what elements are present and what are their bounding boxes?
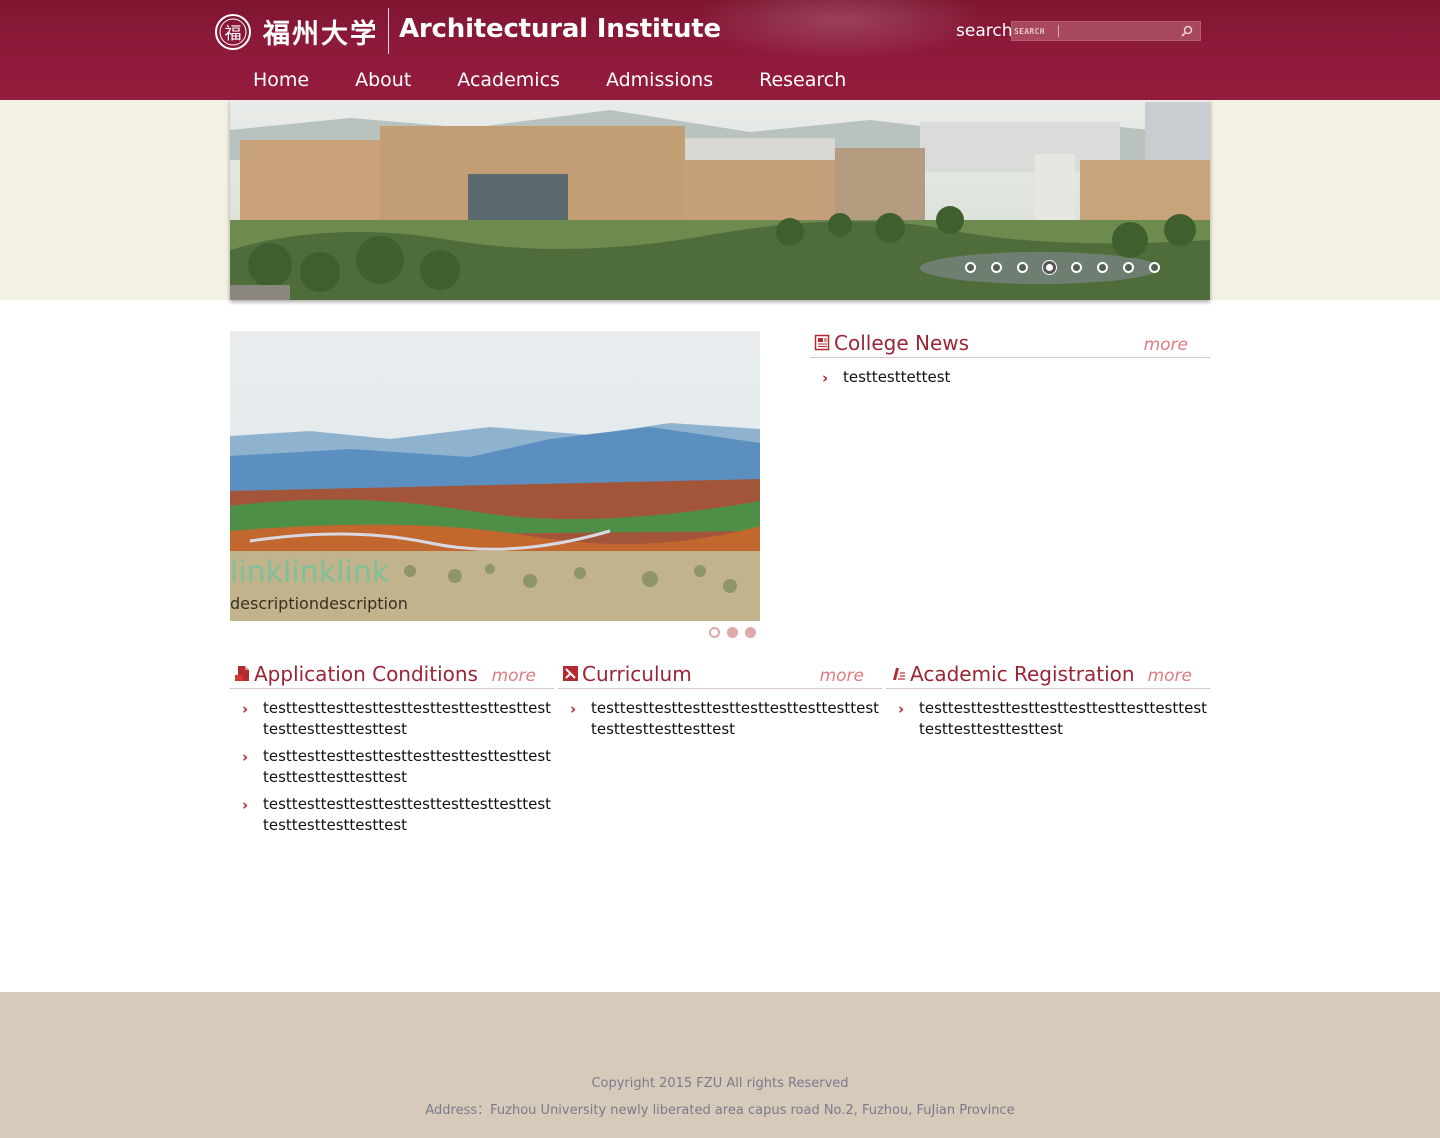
book-icon <box>563 666 578 681</box>
chevron-right-icon: › <box>822 369 829 387</box>
main-nav: Home About Academics Admissions Research <box>230 68 869 94</box>
pagination-dot[interactable] <box>1017 262 1028 273</box>
list-item-text: testtesttesttesttesttesttesttesttesttest… <box>263 795 552 834</box>
site-header: 福 福州大学 Architectural Institute search Ho… <box>0 0 1440 100</box>
curriculum-section: Curriculum more › testtesttesttesttestte… <box>558 662 882 746</box>
list-item[interactable]: › testtesttesttesttesttesttesttesttestte… <box>230 698 554 740</box>
svg-text:福州大学: 福州大学 <box>262 18 375 50</box>
nav-admissions[interactable]: Admissions <box>583 68 736 94</box>
footer-copyright: Copyright 2015 FZU All rights Reserved <box>591 1076 849 1091</box>
nav-home[interactable]: Home <box>230 68 332 94</box>
application-conditions-title: Application Conditions <box>254 662 478 686</box>
feature-slider: linklinklink descriptiondescription <box>230 331 760 621</box>
chevron-right-icon: › <box>898 700 905 718</box>
curriculum-header: Curriculum more <box>558 662 882 689</box>
header-decoration <box>690 0 990 60</box>
banner-pagination <box>965 261 1160 274</box>
academic-registration-header: Academic Registration more <box>886 662 1210 689</box>
search-box <box>1011 21 1201 41</box>
document-icon <box>235 666 249 681</box>
chevron-right-icon: › <box>242 796 249 814</box>
feature-description: descriptiondescription <box>230 594 408 613</box>
application-conditions-header: Application Conditions more <box>230 662 554 689</box>
nav-research[interactable]: Research <box>736 68 869 94</box>
academic-registration-title: Academic Registration <box>910 662 1135 686</box>
search-separator <box>1058 25 1059 37</box>
curriculum-title: Curriculum <box>582 662 692 686</box>
pagination-dot[interactable] <box>727 627 738 638</box>
chevron-right-icon: › <box>570 700 577 718</box>
news-item[interactable]: › testtesttettest <box>810 367 1210 388</box>
pen-icon <box>893 668 905 680</box>
university-logo[interactable]: 福 福州大学 <box>215 12 375 52</box>
pagination-dot[interactable] <box>1123 262 1134 273</box>
academic-registration-more-link[interactable]: more <box>1148 666 1192 686</box>
list-item-text: testtesttesttesttesttesttesttesttesttest… <box>263 699 552 738</box>
college-news-list: › testtesttettest <box>810 367 1210 388</box>
pagination-dot[interactable] <box>1043 261 1056 274</box>
list-item[interactable]: › testtesttesttesttesttesttesttesttestte… <box>558 698 882 740</box>
pagination-dot[interactable] <box>1149 262 1160 273</box>
academic-registration-list: › testtesttesttesttesttesttesttesttestte… <box>886 698 1210 740</box>
pagination-dot[interactable] <box>991 262 1002 273</box>
svg-text:福: 福 <box>225 24 242 44</box>
list-item-text: testtesttesttesttesttesttesttesttesttest… <box>919 699 1208 738</box>
site-footer: Copyright 2015 FZU All rights Reserved A… <box>0 992 1440 1138</box>
nav-about[interactable]: About <box>332 68 434 94</box>
newspaper-icon <box>814 334 830 351</box>
pagination-dot[interactable] <box>709 627 720 638</box>
nav-academics[interactable]: Academics <box>434 68 583 94</box>
footer-address: Address：Fuzhou University newly liberate… <box>425 1103 1015 1118</box>
feature-link[interactable]: linklinklink <box>230 555 389 590</box>
list-item[interactable]: › testtesttesttesttesttesttesttesttestte… <box>886 698 1210 740</box>
college-news-more-link[interactable]: more <box>1144 335 1188 355</box>
academic-registration-section: Academic Registration more › testtesttes… <box>886 662 1210 746</box>
college-news-title: College News <box>834 331 970 355</box>
pagination-dot[interactable] <box>745 627 756 638</box>
feature-pagination <box>709 627 756 638</box>
curriculum-list: › testtesttesttesttesttesttesttesttestte… <box>558 698 882 740</box>
chevron-right-icon: › <box>242 748 249 766</box>
search-input[interactable] <box>1014 23 1058 39</box>
search-label: search <box>956 21 1013 41</box>
list-item[interactable]: › testtesttesttesttesttesttesttesttestte… <box>230 794 554 836</box>
news-item-text: testtesttettest <box>843 368 951 386</box>
list-item-text: testtesttesttesttesttesttesttesttesttest… <box>591 699 880 738</box>
list-item[interactable]: › testtesttesttesttesttesttesttesttestte… <box>230 746 554 788</box>
campus-banner <box>230 100 1210 300</box>
application-conditions-more-link[interactable]: more <box>492 666 536 686</box>
application-conditions-list: › testtesttesttesttesttesttesttesttestte… <box>230 698 554 836</box>
site-title: Architectural Institute <box>399 14 721 44</box>
pagination-dot[interactable] <box>1097 262 1108 273</box>
college-news-section: College News more › testtesttettest <box>810 331 1210 394</box>
search-icon[interactable] <box>1180 24 1194 38</box>
chevron-right-icon: › <box>242 700 249 718</box>
application-conditions-section: Application Conditions more › testtestte… <box>230 662 554 842</box>
pagination-dot[interactable] <box>965 262 976 273</box>
curriculum-more-link[interactable]: more <box>820 666 864 686</box>
pagination-dot[interactable] <box>1071 262 1082 273</box>
logo-divider <box>388 8 389 54</box>
college-news-header: College News more <box>810 331 1210 358</box>
list-item-text: testtesttesttesttesttesttesttesttesttest… <box>263 747 552 786</box>
